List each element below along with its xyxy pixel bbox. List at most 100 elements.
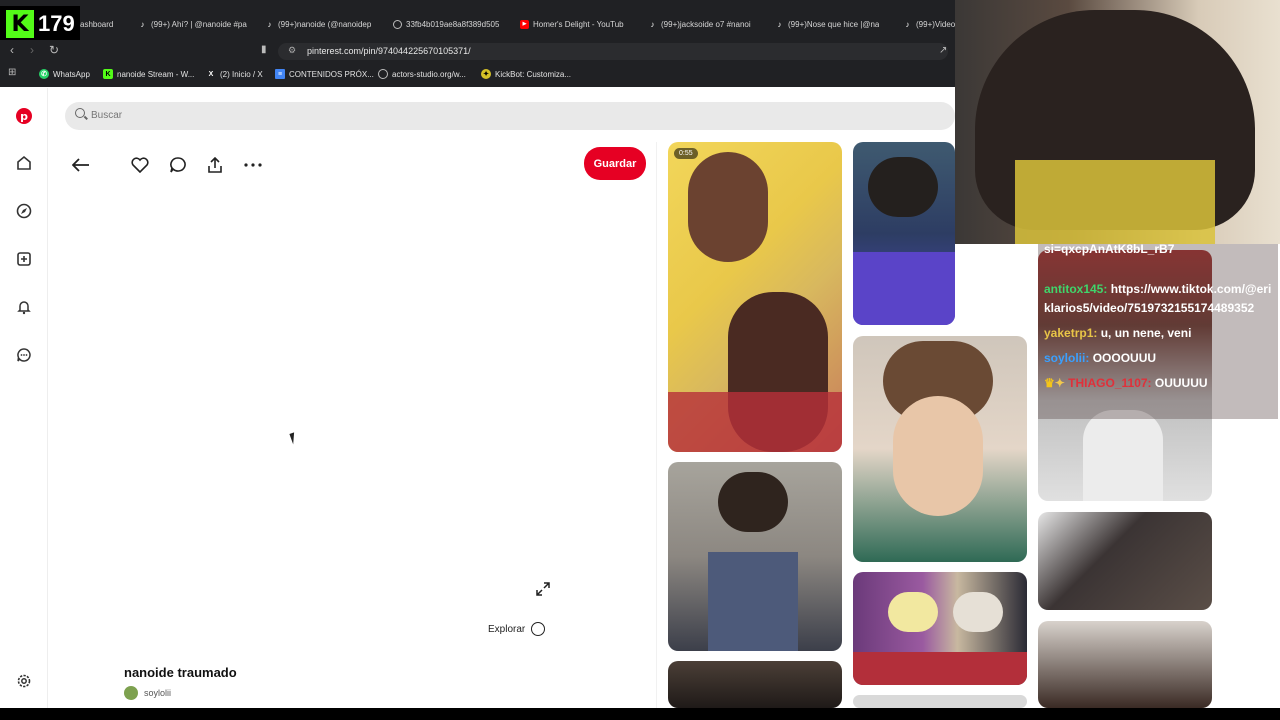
video-duration-badge: 0:55 bbox=[674, 148, 698, 159]
notifications-bell-icon bbox=[17, 301, 31, 315]
visual-search-icon bbox=[531, 622, 546, 636]
settings-gear-icon[interactable] bbox=[14, 671, 34, 691]
browser-tab[interactable]: ♪ (99+)nanoide (@nanoidep bbox=[265, 14, 380, 34]
bookmark-item[interactable]: actors-studio.org/w... bbox=[378, 69, 466, 79]
streamer-shirt bbox=[1015, 160, 1215, 244]
comment-bubble-icon bbox=[170, 157, 186, 173]
chat-message: yaketrp1: u, un nene, veni bbox=[1044, 326, 1192, 340]
comment-icon[interactable] bbox=[167, 154, 189, 176]
browser-tab[interactable]: ♪ (99+)jacksoide o7 #nanoi bbox=[648, 14, 763, 34]
globe-icon bbox=[393, 19, 402, 29]
chat-message: soylolii: OOOOUUU bbox=[1044, 351, 1157, 365]
chat-message: antitox145: https://www.tiktok.com/@erik… bbox=[1044, 282, 1272, 315]
pinterest-logo-icon: p bbox=[16, 108, 32, 124]
browser-tab[interactable]: ♪ (99+)Nose que hice |@na bbox=[775, 14, 890, 34]
explore-button[interactable]: Explorar bbox=[488, 620, 546, 638]
stream-viewer-overlay: K 179 bbox=[0, 6, 80, 42]
globe-icon bbox=[378, 69, 388, 79]
like-heart-icon[interactable] bbox=[129, 154, 151, 176]
messages-icon bbox=[17, 348, 31, 362]
photo-detail bbox=[1083, 410, 1163, 501]
browser-tab[interactable]: 33fb4b019ae8a8f389d505 bbox=[393, 14, 508, 34]
bookmarks-bar: ⊞ ✆ WhatsApp Knanoide Stream - W... X (2) … bbox=[0, 62, 955, 87]
tiktok-icon: ♪ bbox=[905, 19, 910, 29]
mouse-cursor-icon bbox=[289, 430, 303, 445]
tiktok-icon: ♪ bbox=[650, 19, 655, 29]
pin-thumbnail[interactable] bbox=[853, 695, 1027, 708]
crown-badge-icon: ♛ bbox=[1044, 376, 1055, 390]
more-options-icon[interactable] bbox=[242, 154, 264, 176]
messages-icon[interactable] bbox=[14, 345, 34, 365]
search-icon bbox=[75, 108, 85, 118]
bookmark-item[interactable]: ≡ CONTENIDOS PRÓX... bbox=[275, 69, 374, 79]
home-icon[interactable] bbox=[14, 153, 34, 173]
pin-thumbnail[interactable] bbox=[668, 661, 842, 708]
back-arrow-icon bbox=[72, 158, 89, 172]
bookmark-item[interactable]: X (2) Inicio / X bbox=[206, 69, 263, 79]
sub-badge-icon: ✦ bbox=[1054, 376, 1065, 390]
kick-icon: K bbox=[103, 69, 113, 79]
pinterest-logo-icon[interactable]: p bbox=[14, 106, 34, 126]
viewer-count: 179 bbox=[38, 11, 75, 36]
site-info-icon[interactable]: ⚙ bbox=[288, 45, 296, 56]
share-icon[interactable]: ↗ bbox=[939, 45, 947, 56]
photo-subject bbox=[888, 592, 938, 632]
ellipsis-icon bbox=[244, 163, 262, 167]
bookmark-icon[interactable]: ▮ bbox=[261, 44, 267, 55]
create-icon[interactable] bbox=[14, 249, 34, 269]
reload-icon[interactable]: ↻ bbox=[49, 43, 59, 57]
pin-author[interactable]: soylolii bbox=[124, 686, 171, 700]
apps-grid-icon[interactable]: ⊞ bbox=[8, 67, 16, 78]
url-field[interactable]: ⚙ pinterest.com/pin/974044225670105371/ bbox=[278, 43, 948, 60]
save-button[interactable]: Guardar bbox=[584, 147, 646, 180]
photo-subject bbox=[718, 472, 788, 532]
pin-thumbnail[interactable] bbox=[853, 142, 955, 325]
youtube-icon: ▶ bbox=[520, 19, 529, 29]
forward-icon[interactable]: › bbox=[30, 43, 34, 57]
bookmark-item[interactable]: Knanoide Stream - W... bbox=[103, 69, 194, 79]
bottom-bar bbox=[0, 708, 1280, 720]
back-icon[interactable]: ‹ bbox=[10, 43, 14, 57]
browser-tab-bar: ashboard ♪ (99+) Ahí? | @nanoide #pa ♪ (99… bbox=[0, 0, 955, 45]
browser-tab[interactable]: ♪ (99+) Ahí? | @nanoide #pa bbox=[138, 14, 253, 34]
photo-subject bbox=[868, 157, 938, 217]
pin-thumbnail[interactable] bbox=[668, 462, 842, 651]
avatar bbox=[124, 686, 138, 700]
address-bar-row: ‹ › ↻ ▮ ⚙ pinterest.com/pin/974044225670… bbox=[0, 40, 955, 62]
bookmark-item[interactable]: ✆ WhatsApp bbox=[39, 69, 90, 79]
photo-detail bbox=[853, 652, 1027, 685]
photo-detail bbox=[708, 552, 798, 651]
expand-arrows-icon bbox=[536, 582, 550, 596]
home-icon bbox=[17, 155, 31, 170]
kickbot-icon: ✦ bbox=[481, 69, 491, 79]
explore-icon[interactable] bbox=[14, 201, 34, 221]
screen: ashboard ♪ (99+) Ahí? | @nanoide #pa ♪ (99… bbox=[0, 0, 1280, 720]
photo-subject bbox=[893, 396, 983, 516]
pin-thumbnail[interactable] bbox=[1038, 512, 1212, 610]
share-upload-icon bbox=[208, 157, 222, 173]
pin-thumbnail[interactable] bbox=[1038, 621, 1212, 708]
settings-gear-icon bbox=[17, 674, 31, 688]
browser-tab[interactable]: ▶ Homer's Delight - YouTub bbox=[520, 14, 635, 34]
notifications-bell-icon[interactable] bbox=[14, 297, 34, 317]
pin-thumbnail[interactable] bbox=[853, 336, 1027, 562]
stream-chat-overlay: si=qxcpAnAtK8bL_rB7 antitox145: https://… bbox=[1038, 242, 1278, 419]
pin-thumbnail[interactable]: 0:55 bbox=[668, 142, 842, 452]
bookmark-item[interactable]: ✦ KickBot: Customiza... bbox=[481, 69, 571, 79]
back-arrow-icon[interactable] bbox=[70, 154, 92, 176]
tiktok-icon: ♪ bbox=[140, 19, 145, 29]
expand-icon[interactable] bbox=[534, 580, 552, 598]
tiktok-icon: ♪ bbox=[267, 19, 272, 29]
share-upload-icon[interactable] bbox=[204, 154, 226, 176]
create-icon bbox=[17, 252, 31, 266]
pin-thumbnail[interactable] bbox=[853, 572, 1027, 685]
search-input[interactable]: Buscar bbox=[65, 102, 955, 130]
browser-tab[interactable]: ashboard bbox=[80, 14, 138, 34]
whatsapp-icon: ✆ bbox=[39, 69, 49, 79]
browser-tab[interactable]: ♪ (99+)Video bbox=[903, 14, 956, 34]
chat-message: ♛✦ THIAGO_1107: OUUUUU bbox=[1044, 376, 1208, 390]
pin-title: nanoide traumado bbox=[124, 665, 237, 680]
pinterest-sidebar: p bbox=[0, 88, 48, 708]
photo-detail bbox=[853, 252, 955, 325]
webcam-overlay bbox=[955, 0, 1280, 244]
